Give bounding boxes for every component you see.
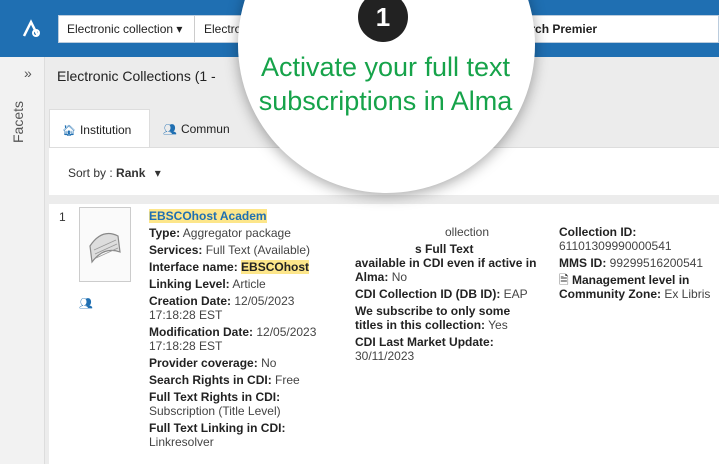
details-column-2: ollection s Full Text available in CDI ev… [355,225,537,363]
page-title: Electronic Collections (1 - [57,68,216,84]
callout-text: Activate your full text subscriptions in… [258,52,513,116]
facets-panel: » Facets [0,57,45,464]
users-icon[interactable]: 👥︎ [79,297,93,310]
home-icon: 🏠︎ [62,125,76,137]
sort-label: Sort by : [68,166,113,180]
facets-label[interactable]: Facets [10,101,26,143]
tab-institution[interactable]: 🏠︎ Institution [49,109,150,147]
chevron-down-icon[interactable]: ▾ [155,166,161,180]
book-thumbnail-icon [79,207,131,282]
search-scope-dropdown[interactable]: Electronic collection ▾ [59,16,195,42]
list-item[interactable]: 1 👥︎ EBSCOhost Academ Type: Aggregator p… [49,204,719,464]
management-level-icon: 🗎 [559,273,569,287]
details-column-1: EBSCOhost Academ Type: Aggregator packag… [149,209,317,449]
result-number: 1 [59,210,66,224]
collection-title-link[interactable]: EBSCOhost Academ [149,209,267,223]
details-column-3: Collection ID: 61101309990000541 MMS ID: … [559,225,711,301]
expand-facets-icon[interactable]: » [24,65,38,81]
sort-dropdown[interactable]: Rank [116,166,145,180]
app-logo-icon[interactable] [20,18,42,40]
users-icon: 👥︎ [163,124,177,136]
